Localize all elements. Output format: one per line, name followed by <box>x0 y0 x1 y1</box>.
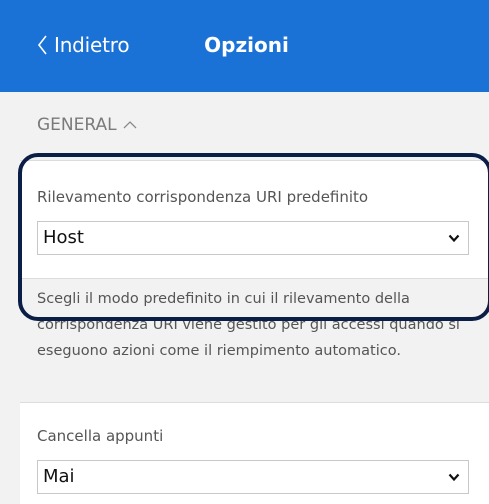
clear-clipboard-selected-value: Mai <box>43 466 75 487</box>
section-general-toggle[interactable]: GENERAL <box>37 110 137 140</box>
header-bar: Indietro Opzioni <box>0 0 489 92</box>
chevron-down-icon <box>448 473 460 482</box>
clear-clipboard-select[interactable]: Mai <box>37 460 469 494</box>
page-title: Opzioni <box>204 33 289 57</box>
uri-detection-select[interactable]: Host <box>37 221 469 255</box>
chevron-up-icon <box>123 121 137 129</box>
uri-detection-card: Rilevamento corrispondenza URI predefini… <box>20 160 489 279</box>
section-title: GENERAL <box>37 115 117 135</box>
uri-detection-label: Rilevamento corrispondenza URI predefini… <box>37 188 369 206</box>
clear-clipboard-card: Cancella appunti Mai <box>20 402 489 504</box>
clear-clipboard-label: Cancella appunti <box>37 427 164 445</box>
uri-detection-help-text: Scegli il modo predefinito in cui il ril… <box>37 291 460 359</box>
uri-detection-selected-value: Host <box>43 227 84 248</box>
chevron-down-icon <box>448 234 460 243</box>
